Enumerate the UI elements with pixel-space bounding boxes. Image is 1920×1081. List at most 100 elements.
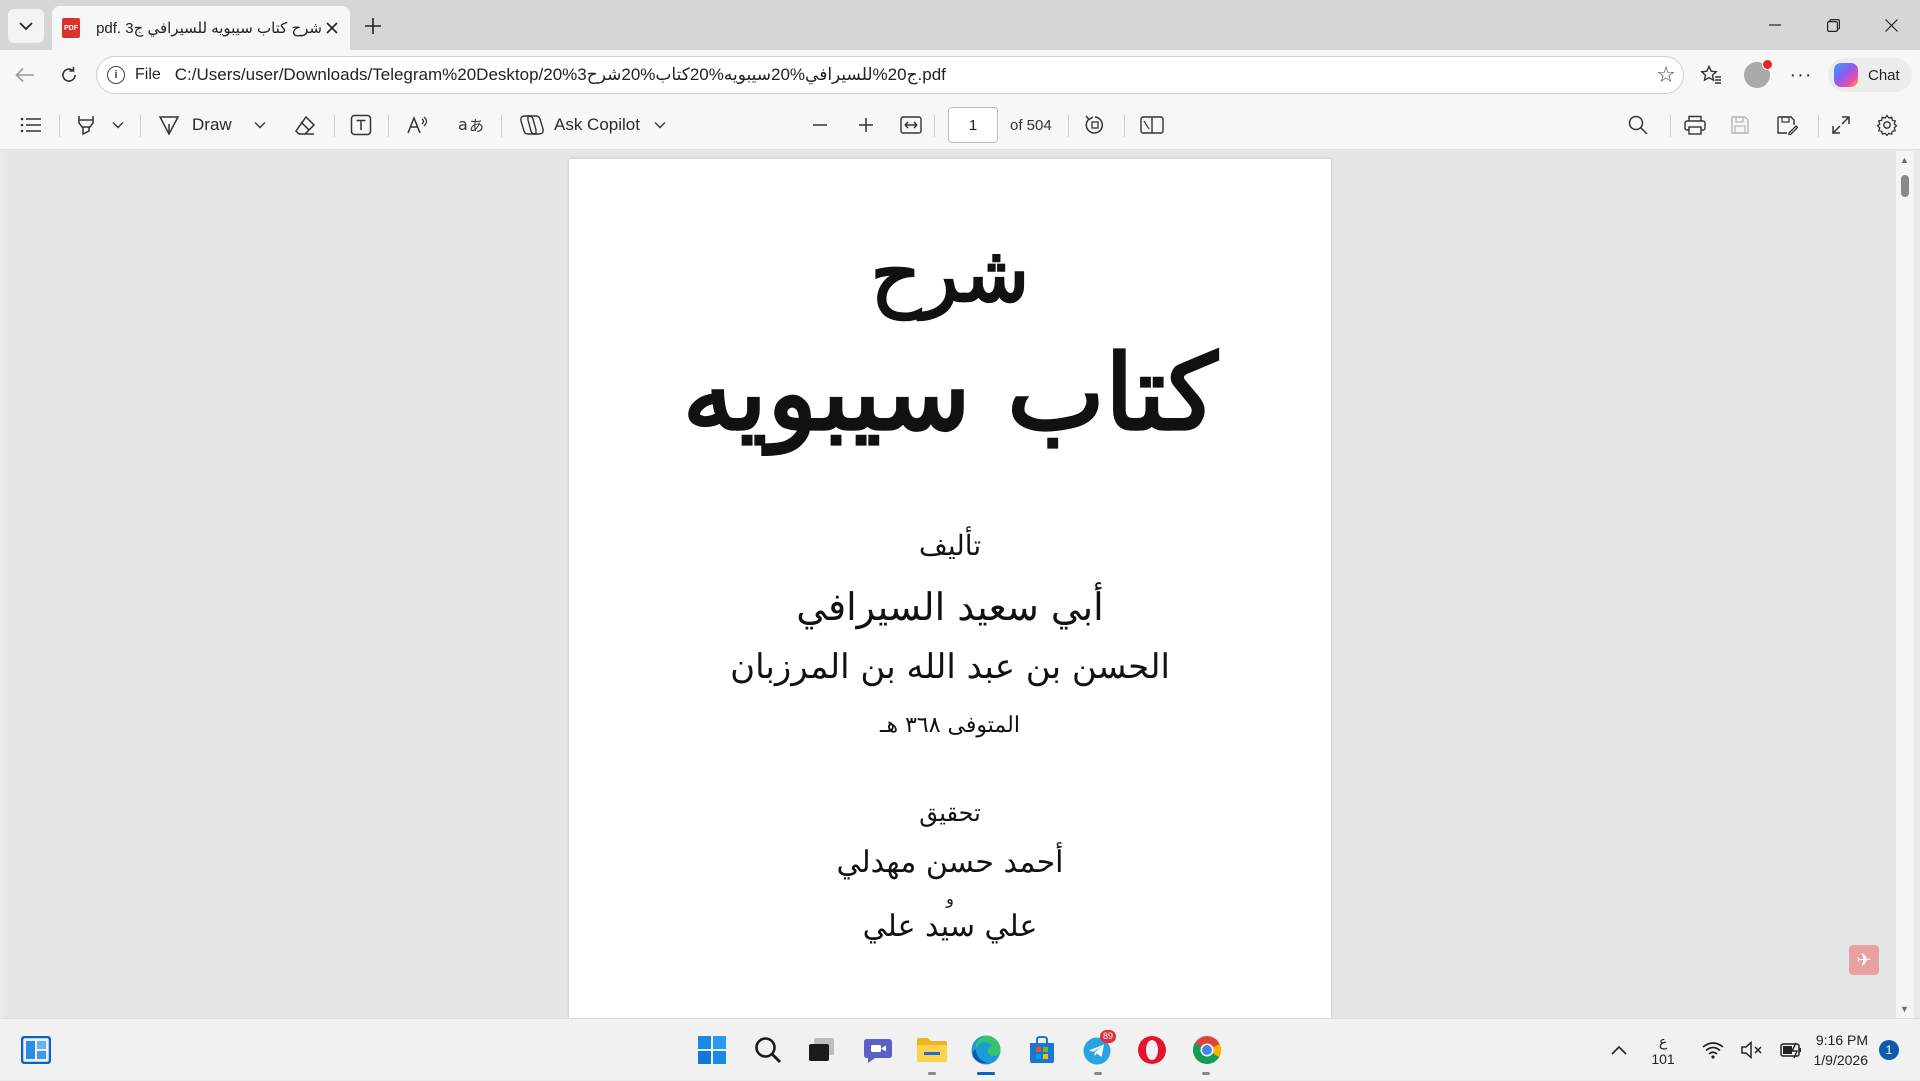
save-disk-icon: [1731, 116, 1749, 134]
refresh-icon: [62, 67, 76, 82]
save-as-button[interactable]: [1776, 109, 1798, 141]
rotate-icon: [1085, 115, 1104, 134]
refresh-button[interactable]: [52, 59, 86, 91]
scroll-down-icon[interactable]: ▼: [1900, 1004, 1909, 1014]
taskbar: 89 ع 101 9:16 PM 1/9/2026 1: [0, 1018, 1920, 1080]
clock-time: 9:16 PM: [1815, 1032, 1868, 1048]
doc-author-name: أبي سعيد السيرافي: [796, 585, 1104, 629]
active-tab[interactable]: PDF شرح كتاب سيبويه للسيرافي ج3 .pdf: [52, 6, 350, 50]
copilot-chat-button[interactable]: Chat: [1828, 58, 1912, 92]
minus-icon: [813, 124, 827, 126]
favorites-button[interactable]: [1694, 59, 1728, 91]
url-text[interactable]: C:/Users/user/Downloads/Telegram%20Deskt…: [175, 65, 1649, 85]
table-of-contents-button[interactable]: [20, 109, 42, 141]
keyboard-language-button[interactable]: ع 101: [1646, 1019, 1680, 1081]
doc-author-intro: تأليف: [918, 529, 982, 562]
plus-icon: [859, 118, 873, 132]
draw-pen-icon: [158, 116, 180, 136]
add-text-button[interactable]: [350, 109, 372, 141]
doc-editor-1: أحمد حسن مهدلي: [836, 845, 1064, 880]
ask-copilot-button[interactable]: Ask Copilot: [520, 109, 666, 141]
copilot-icon: [1834, 63, 1858, 87]
draw-button[interactable]: Draw: [158, 109, 232, 141]
page-number-input[interactable]: 1: [948, 107, 998, 143]
address-bar[interactable]: i File C:/Users/user/Downloads/Telegram%…: [96, 56, 1684, 94]
clock[interactable]: 9:16 PM 1/9/2026: [1800, 1019, 1869, 1081]
close-tab-button[interactable]: [322, 18, 342, 38]
system-tray-status[interactable]: [1694, 1019, 1814, 1081]
save-as-icon: [1777, 116, 1798, 135]
show-hidden-icons-button[interactable]: [1604, 1019, 1634, 1081]
svg-text:あ: あ: [469, 117, 484, 135]
acrobat-icon[interactable]: ✈: [1849, 945, 1879, 975]
widgets-icon[interactable]: [20, 1034, 52, 1066]
info-icon[interactable]: i: [107, 66, 125, 84]
favorite-star-icon[interactable]: ☆: [1649, 62, 1683, 88]
close-window-button[interactable]: [1862, 0, 1920, 50]
settings-button[interactable]: [1876, 109, 1898, 141]
chat-label: Chat: [1868, 66, 1900, 84]
save-button[interactable]: [1730, 109, 1750, 141]
windows-start-icon[interactable]: [696, 1034, 728, 1066]
scroll-up-icon[interactable]: ▲: [1900, 155, 1909, 165]
store-icon[interactable]: [1026, 1034, 1058, 1066]
chevron-down-icon: [112, 122, 124, 129]
restore-button[interactable]: [1804, 0, 1862, 50]
back-arrow-icon: [15, 67, 34, 83]
opera-icon[interactable]: [1136, 1034, 1168, 1066]
doc-author-full: الحسن بن عبد الله بن المرزبان: [730, 647, 1170, 687]
highlight-options-button[interactable]: [112, 109, 124, 141]
volume-muted-icon: [1741, 1041, 1762, 1059]
profile-button[interactable]: [1740, 59, 1774, 91]
draw-options-button[interactable]: [254, 109, 266, 141]
navigation-bar: i File C:/Users/user/Downloads/Telegram%…: [0, 50, 1920, 100]
chevron-down-icon: [19, 22, 33, 31]
new-tab-button[interactable]: [358, 11, 388, 41]
tab-actions-button[interactable]: [8, 9, 44, 43]
doc-heading-1: شرح: [870, 229, 1030, 320]
doc-editors-intro: تحقيق: [919, 799, 981, 827]
translate-icon: aあ: [458, 115, 484, 135]
back-button[interactable]: [8, 59, 42, 91]
printer-icon: [1684, 115, 1706, 135]
text-box-icon: [350, 114, 372, 136]
doc-heading-2: كتاب سيبويه: [682, 331, 1218, 454]
zoom-out-button[interactable]: [812, 109, 828, 141]
rotate-button[interactable]: [1084, 109, 1106, 141]
page-view-button[interactable]: [1140, 109, 1164, 141]
minimize-button[interactable]: [1746, 0, 1804, 50]
print-button[interactable]: [1684, 109, 1706, 141]
pdf-page: شرح كتاب سيبويه تأليف أبي سعيد السيرافي …: [569, 159, 1331, 1018]
vertical-scrollbar[interactable]: ▲ ▼: [1896, 151, 1914, 1018]
pdf-viewer-area[interactable]: شرح كتاب سيبويه تأليف أبي سعيد السيرافي …: [4, 151, 1900, 1018]
find-button[interactable]: [1628, 109, 1648, 141]
scrollbar-thumb[interactable]: [1901, 175, 1909, 197]
expand-icon: [1832, 116, 1850, 134]
chevron-down-icon: [254, 122, 266, 129]
telegram-icon[interactable]: 89: [1082, 1030, 1117, 1066]
notification-center-button[interactable]: 1: [1876, 1019, 1902, 1081]
more-menu-button[interactable]: ···: [1784, 59, 1818, 91]
plus-icon: [365, 18, 381, 34]
task-view-icon[interactable]: [806, 1034, 838, 1066]
fit-width-icon: [900, 116, 922, 134]
zoom-in-button[interactable]: [858, 109, 874, 141]
read-aloud-button[interactable]: [406, 109, 430, 141]
search-icon[interactable]: [752, 1034, 784, 1066]
chrome-icon[interactable]: [1191, 1034, 1223, 1066]
file-explorer-icon[interactable]: [916, 1034, 948, 1066]
edge-icon[interactable]: [970, 1034, 1002, 1066]
read-aloud-icon: [407, 115, 428, 134]
doc-editor-2: علي سيد علي: [862, 909, 1038, 944]
doc-death-note: المتوفى ٣٦٨ هـ: [880, 713, 1020, 738]
highlight-button[interactable]: [76, 109, 96, 141]
meet-icon[interactable]: [862, 1034, 894, 1066]
svg-text:a: a: [458, 115, 468, 134]
highlighter-icon: [78, 116, 94, 136]
translate-button[interactable]: aあ: [458, 109, 484, 141]
close-icon: [326, 22, 338, 34]
ask-copilot-label: Ask Copilot: [554, 115, 640, 134]
full-screen-button[interactable]: [1832, 109, 1850, 141]
erase-button[interactable]: [294, 109, 316, 141]
fit-to-width-button[interactable]: [900, 109, 922, 141]
